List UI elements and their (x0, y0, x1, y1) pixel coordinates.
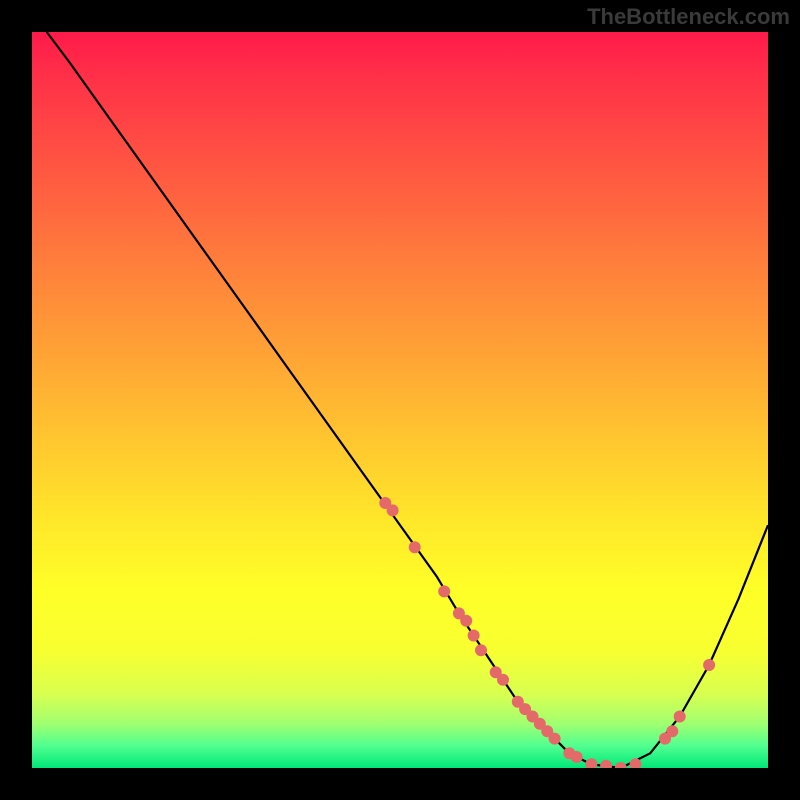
chart-svg (32, 32, 768, 768)
data-point (475, 644, 487, 656)
bottleneck-curve (47, 32, 768, 768)
data-point (674, 711, 686, 723)
data-point (549, 733, 561, 745)
data-point (585, 758, 597, 768)
chart-plot-area (32, 32, 768, 768)
data-point (600, 760, 612, 768)
data-point (438, 585, 450, 597)
data-points-group (379, 497, 715, 768)
data-point (571, 751, 583, 763)
data-point (615, 762, 627, 768)
data-point (497, 674, 509, 686)
data-point (409, 541, 421, 553)
data-point (703, 659, 715, 671)
data-point (666, 725, 678, 737)
data-point (387, 504, 399, 516)
watermark-text: TheBottleneck.com (587, 4, 790, 30)
data-point (460, 615, 472, 627)
data-point (468, 630, 480, 642)
